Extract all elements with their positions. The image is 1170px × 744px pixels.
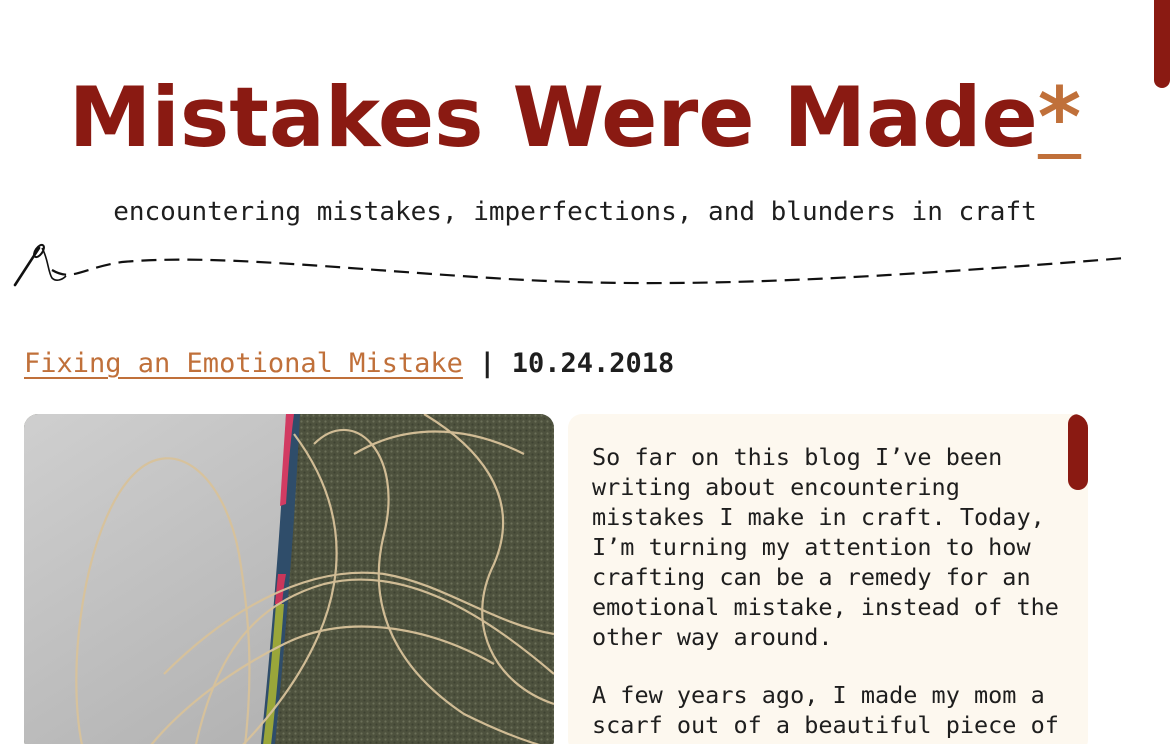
page-scrollbar-thumb[interactable] — [1154, 0, 1170, 88]
site-title-text: Mistakes Were Made — [68, 69, 1038, 166]
needle-icon — [13, 243, 67, 287]
post-text-panel[interactable]: So far on this blog I’ve been writing ab… — [568, 414, 1088, 744]
post-date: 10.24.2018 — [511, 348, 675, 379]
post-body: So far on this blog I’ve been writing ab… — [592, 442, 1062, 744]
post-paragraph-2: A few years ago, I made my mom a scarf o… — [592, 681, 1059, 739]
fabric-and-thread-photo — [24, 414, 554, 744]
post-title-link[interactable]: Fixing an Emotional Mistake — [24, 348, 463, 379]
site-title-asterisk-link[interactable]: * — [1038, 69, 1081, 166]
needle-and-thread-icon — [13, 243, 1126, 287]
site-title: Mistakes Were Made* — [0, 68, 1150, 168]
post-image — [24, 414, 554, 744]
site-tagline: encountering mistakes, imperfections, an… — [113, 197, 1037, 227]
post-paragraph-1: So far on this blog I’ve been writing ab… — [592, 443, 1059, 651]
post-header-separator: | — [479, 348, 496, 379]
post-header: Fixing an Emotional Mistake | 10.24.2018 — [24, 344, 674, 384]
text-panel-scrollbar-thumb[interactable] — [1068, 414, 1088, 490]
